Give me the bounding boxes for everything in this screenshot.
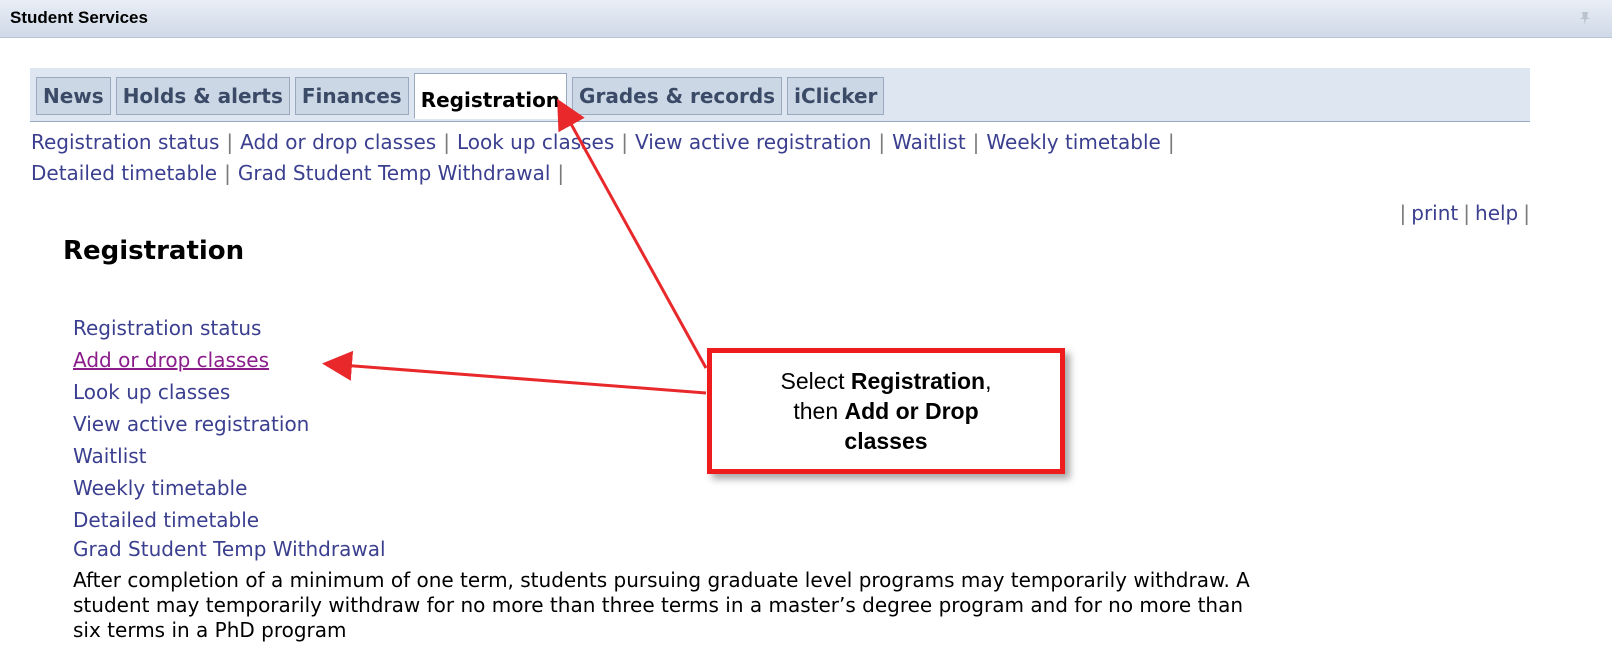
tab-finances[interactable]: Finances: [294, 77, 409, 115]
separator: |: [878, 130, 886, 154]
tab-iclicker[interactable]: iClicker: [787, 77, 885, 115]
menu-detailed-timetable[interactable]: Detailed timetable: [73, 508, 259, 532]
menu-weekly-timetable[interactable]: Weekly timetable: [73, 476, 247, 500]
separator: |: [1523, 201, 1530, 225]
portlet-header: Student Services: [0, 0, 1612, 38]
tab-registration[interactable]: Registration: [413, 73, 568, 119]
tab-strip: News Holds & alerts Finances Registratio…: [30, 68, 1530, 122]
separator: |: [621, 130, 629, 154]
menu-grad-temp-withdrawal[interactable]: Grad Student Temp Withdrawal: [73, 537, 386, 561]
list-item: View active registration: [73, 408, 386, 440]
withdrawal-description: After completion of a minimum of one ter…: [73, 568, 1250, 642]
subnav-detailed-timetable[interactable]: Detailed timetable: [31, 161, 217, 185]
tab-grades-records[interactable]: Grades & records: [572, 77, 783, 115]
list-item: Weekly timetable: [73, 472, 386, 504]
separator: |: [226, 130, 234, 154]
menu-look-up-classes[interactable]: Look up classes: [73, 380, 230, 404]
print-link[interactable]: print: [1411, 201, 1458, 225]
instruction-callout: Select Registration, then Add or Drop cl…: [707, 348, 1065, 474]
list-item: Add or drop classes: [73, 344, 386, 376]
separator: |: [443, 130, 450, 154]
subnav-registration-status[interactable]: Registration status: [31, 130, 219, 154]
menu-view-active-registration[interactable]: View active registration: [73, 412, 309, 436]
page-title: Registration: [63, 236, 245, 266]
callout-line-3: classes: [844, 428, 928, 454]
separator: |: [224, 161, 231, 185]
menu-waitlist[interactable]: Waitlist: [73, 444, 147, 468]
registration-menu: Registration status Add or drop classes …: [73, 312, 386, 562]
separator: |: [1463, 201, 1471, 225]
subnav-view-active-registration[interactable]: View active registration: [635, 130, 871, 154]
separator: |: [557, 161, 565, 185]
list-item: Look up classes: [73, 376, 386, 408]
utility-links: | print | help |: [1395, 201, 1535, 225]
list-item: Detailed timetable: [73, 504, 386, 536]
list-item: Grad Student Temp Withdrawal: [73, 536, 386, 562]
tab-holds-alerts[interactable]: Holds & alerts: [115, 77, 290, 115]
separator: |: [972, 130, 980, 154]
separator: |: [1167, 130, 1175, 154]
tab-news[interactable]: News: [36, 77, 111, 115]
callout-line-1: Select Registration,: [780, 368, 992, 394]
menu-add-drop-classes[interactable]: Add or drop classes: [73, 348, 269, 372]
subnav-weekly-timetable[interactable]: Weekly timetable: [986, 130, 1160, 154]
list-item: Registration status: [73, 312, 386, 344]
registration-subnav: Registration status | Add or drop classes |…: [31, 127, 1511, 189]
callout-line-2: then Add or Drop: [793, 398, 979, 424]
separator: |: [1399, 201, 1407, 225]
subnav-grad-temp-withdrawal[interactable]: Grad Student Temp Withdrawal: [238, 161, 551, 185]
subnav-add-drop-classes[interactable]: Add or drop classes: [240, 130, 436, 154]
menu-registration-status[interactable]: Registration status: [73, 316, 261, 340]
subnav-waitlist[interactable]: Waitlist: [892, 130, 966, 154]
subnav-look-up-classes[interactable]: Look up classes: [457, 130, 614, 154]
list-item: Waitlist: [73, 440, 386, 472]
help-link[interactable]: help: [1475, 201, 1518, 225]
pin-icon[interactable]: [1578, 10, 1594, 26]
portlet-title: Student Services: [10, 8, 148, 27]
